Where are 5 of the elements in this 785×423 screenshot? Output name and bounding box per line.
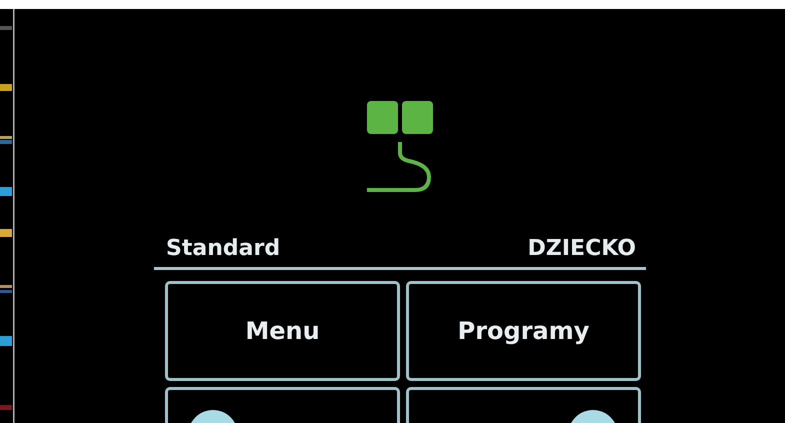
- heating-pad-icon: [366, 100, 434, 195]
- menu-button[interactable]: Programy: [406, 281, 641, 381]
- menu-button[interactable]: Menu: [165, 281, 400, 381]
- user-label: DZIECKO: [528, 235, 636, 263]
- mode-label: Standard: [166, 235, 280, 263]
